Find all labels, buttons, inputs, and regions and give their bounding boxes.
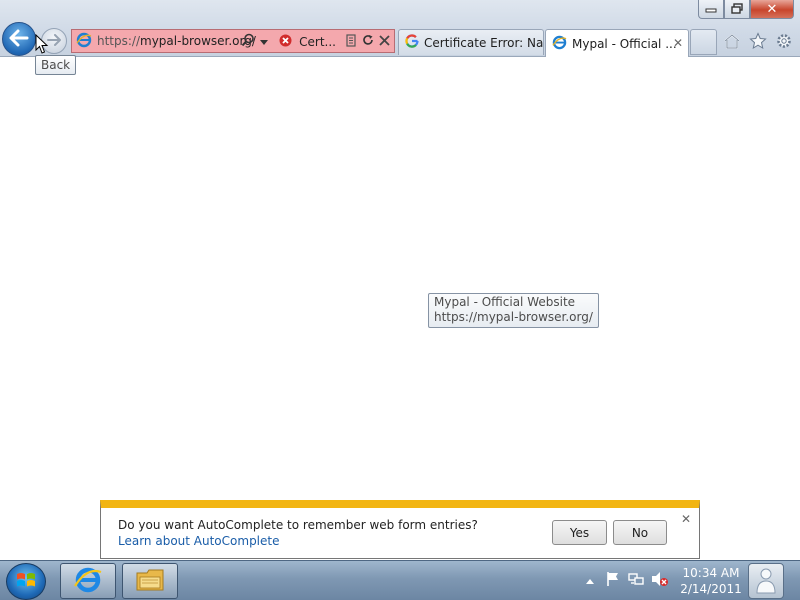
arrow-right-icon <box>47 33 61 49</box>
no-button[interactable]: No <box>613 520 667 545</box>
tools-gear-icon[interactable] <box>774 31 794 51</box>
file-explorer-icon <box>135 567 165 596</box>
new-tab-button[interactable] <box>690 29 717 55</box>
taskbar-internet-explorer[interactable] <box>60 563 116 599</box>
ie-tab-icon <box>552 35 567 53</box>
taskbar: 10:34 AM 2/14/2011 <box>0 560 800 600</box>
tab-label: Certificate Error: Nav... <box>424 35 544 50</box>
back-button[interactable] <box>2 22 36 56</box>
tab-label: Mypal - Official ... <box>572 36 677 51</box>
internet-explorer-icon <box>73 565 103 598</box>
learn-about-autocomplete-link[interactable]: Learn about AutoComplete <box>118 534 279 548</box>
restore-button[interactable] <box>724 0 750 19</box>
mouse-cursor-icon <box>35 34 49 54</box>
refresh-icon[interactable] <box>362 34 374 49</box>
url-domain: mypal-browser.org/ <box>140 34 256 48</box>
window-controls: ✕ <box>698 0 794 19</box>
close-icon: ✕ <box>766 1 778 17</box>
network-icon[interactable] <box>628 571 644 590</box>
page-content: Mypal - Official Website https://mypal-b… <box>0 57 800 560</box>
search-icon[interactable] <box>241 33 255 50</box>
close-tab-icon[interactable]: ✕ <box>673 36 683 50</box>
user-silhouette-icon <box>755 566 777 597</box>
start-button[interactable] <box>6 563 46 600</box>
minimize-icon <box>705 3 717 15</box>
address-tools: Cert... <box>241 33 390 50</box>
google-icon <box>405 34 419 51</box>
volume-muted-icon[interactable] <box>651 571 668 590</box>
stop-icon[interactable] <box>379 34 390 49</box>
autocomplete-notification-bar: Do you want AutoComplete to remember web… <box>100 500 700 559</box>
minimize-button[interactable] <box>698 0 724 19</box>
chevron-down-icon[interactable] <box>260 35 269 49</box>
restore-icon <box>731 2 743 16</box>
close-notification-icon[interactable]: ✕ <box>681 512 691 526</box>
address-url[interactable]: https://mypal-browser.org/ <box>97 34 256 48</box>
taskbar-clock[interactable]: 10:34 AM 2/14/2011 <box>680 565 742 597</box>
system-tray <box>582 571 668 590</box>
back-tooltip: Back <box>35 55 77 75</box>
clock-date: 2/14/2011 <box>680 582 742 596</box>
compatibility-view-icon[interactable] <box>345 33 357 50</box>
favorites-star-icon[interactable] <box>748 31 768 51</box>
user-tile-button[interactable] <box>748 563 784 599</box>
tab-certificate-error[interactable]: Certificate Error: Nav... <box>398 29 544 55</box>
close-window-button[interactable]: ✕ <box>750 0 794 19</box>
home-icon[interactable] <box>722 31 742 51</box>
tab-mypal-official[interactable]: Mypal - Official ... ✕ <box>545 29 689 57</box>
command-icons <box>722 31 794 51</box>
action-center-flag-icon[interactable] <box>605 571 621 590</box>
url-scheme: https:// <box>97 34 141 48</box>
windows-logo-icon <box>16 571 36 592</box>
taskbar-file-explorer[interactable] <box>122 563 178 599</box>
clock-time: 10:34 AM <box>682 566 740 580</box>
notification-message: Do you want AutoComplete to remember web… <box>118 518 478 532</box>
ie-page-icon <box>76 32 92 51</box>
arrow-left-icon <box>9 29 29 50</box>
tab-tooltip: Mypal - Official Website https://mypal-b… <box>428 293 599 328</box>
certificate-error-label[interactable]: Cert... <box>299 35 336 49</box>
address-bar[interactable]: https://mypal-browser.org/ Cert... <box>71 29 395 53</box>
certificate-error-icon[interactable] <box>279 34 292 50</box>
yes-button[interactable]: Yes <box>552 520 607 545</box>
tab-tooltip-url: https://mypal-browser.org/ <box>434 310 593 324</box>
tab-tooltip-title: Mypal - Official Website <box>434 295 576 309</box>
browser-chrome: ✕ https://mypal-browser.org/ Cert... Cer… <box>0 0 800 57</box>
show-hidden-arrow-icon[interactable] <box>582 574 598 588</box>
